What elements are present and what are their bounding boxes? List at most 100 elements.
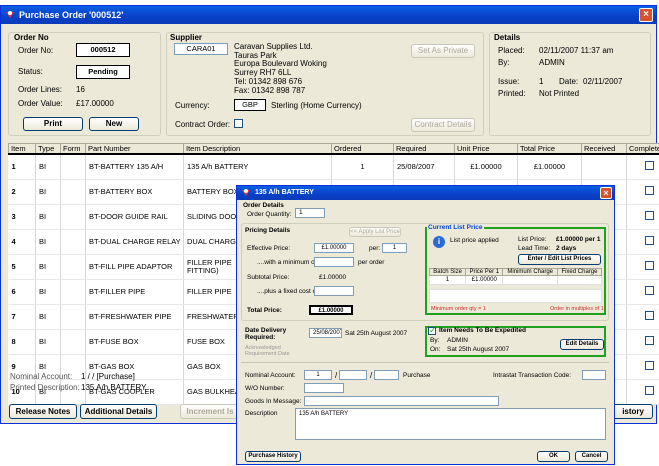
column-header[interactable]: Total Price [517,143,582,155]
complete-checkbox[interactable] [644,361,654,370]
additional-details-button[interactable]: Additional Details [80,404,157,419]
wo-number-field[interactable] [304,383,344,393]
batch-row[interactable]: 1 £1.00000 [428,275,603,285]
column-header[interactable]: Required [393,143,455,155]
cell-type: BI [35,304,61,330]
slash-2: / [370,371,373,380]
cell-complete [626,179,659,205]
subtotal-price-value: £1.00000 [319,274,347,281]
placed-value: 02/11/2007 11:37 am [539,46,614,55]
column-header[interactable]: Unit Price [454,143,518,155]
cell-part: BT-BATTERY 135 A/H [85,153,184,180]
cell-type: BI [35,204,61,230]
minimum-label: ....with a minimum of: [257,259,319,266]
cell-complete [626,304,659,330]
complete-checkbox[interactable] [644,186,654,195]
contract-details-button[interactable]: Contract Details [411,118,475,132]
batch-table-fill [429,289,602,303]
wo-number-label: W/O Number: [245,385,285,392]
intrastat-field[interactable] [582,370,606,380]
contract-order-checkbox[interactable] [234,119,243,128]
expedite-by-value: ADMIN [447,337,468,344]
order-details-heading: Order Details [243,202,284,209]
dialog-purchase-history-button[interactable]: Purchase History [245,451,301,462]
edit-details-button[interactable]: Edit Details [560,339,604,350]
batch-column-header: Price Per 1 [465,268,504,276]
expedite-checkbox[interactable] [428,325,437,336]
batch-cell: £1.00000 [465,275,504,285]
close-icon: × [603,188,609,198]
title-bar: Purchase Order '000512' [1,6,656,24]
column-header[interactable]: Type [35,143,61,155]
delivery-date-field[interactable]: 25/08/2007 [309,328,342,338]
per-field[interactable]: 1 [382,243,407,253]
fixed-cost-field[interactable] [314,286,354,296]
acknowledged-date-label-text: Acknowledged Requirement Date [245,345,290,357]
supplier-code-field[interactable]: CARA01 [174,43,228,55]
cell-item: 1 [8,153,36,180]
complete-checkbox[interactable] [644,211,654,220]
delivery-date-long: Sat 25th August 2007 [345,330,408,337]
cell-part: BT-FRESHWATER PIPE [85,304,184,330]
order-value-value: £17.00000 [76,99,114,108]
cancel-button[interactable]: Cancel [575,451,608,462]
nominal-field-1[interactable]: 1 [304,370,332,380]
order-lines-value: 16 [76,85,85,94]
order-no-field[interactable]: 000512 [76,43,130,57]
ok-button[interactable]: OK [537,451,570,462]
expedite-on-value: Sat 25th August 2007 [447,346,510,353]
goods-in-field[interactable] [304,396,499,406]
column-header[interactable]: Item [8,143,36,155]
batch-column-header: Minimum Charge [502,268,558,276]
column-header[interactable]: Form [60,143,86,155]
apply-list-price-button[interactable]: << Apply List Price [349,227,401,237]
enter-edit-list-prices-button[interactable]: Enter / Edit List Prices [518,254,601,265]
dialog-close-button[interactable]: × [600,187,612,199]
set-as-private-button[interactable]: Set As Private [411,44,475,58]
supplier-address: Caravan Supplies Ltd. Tauras Park Europa… [234,42,327,95]
cell-part: BT-FILLER PIPE [85,279,184,305]
lead-time-label: Lead Time: [518,245,551,252]
complete-checkbox[interactable] [644,336,654,345]
cell-complete [626,153,659,180]
order-quantity-field[interactable]: 1 [295,208,325,218]
complete-checkbox[interactable] [644,161,654,171]
minimum-field[interactable] [314,257,354,267]
release-notes-button[interactable]: Release Notes [9,404,77,419]
new-button[interactable]: New [89,117,139,131]
table-row[interactable]: 1 BI BT-BATTERY 135 A/H 135 A/h BATTERY 1 25/… [8,153,659,180]
currency-code-field[interactable]: GBP [234,99,266,111]
expedite-on-label: On: [430,346,441,353]
print-button[interactable]: Print [23,117,83,131]
per-label: per: [369,245,381,252]
complete-checkbox[interactable] [644,311,654,320]
column-header[interactable]: Part Number [85,143,184,155]
cell-desc: 135 A/h BATTERY [183,153,332,180]
cell-part: BT-FILL PIPE ADAPTOR [85,254,184,280]
nominal-field-2[interactable] [339,370,367,380]
column-header[interactable]: Item Description [183,143,332,155]
close-button[interactable]: × [639,8,653,22]
placed-label: Placed: [498,46,525,55]
complete-checkbox[interactable] [644,236,654,245]
description-field[interactable]: 135 A/h BATTERY [295,408,606,440]
cell-item: 4 [8,229,36,255]
complete-checkbox[interactable] [644,386,654,395]
nominal-field-3[interactable] [374,370,399,380]
column-header[interactable]: Received [581,143,627,155]
complete-checkbox[interactable] [644,261,654,270]
column-header[interactable]: Ordered [331,143,394,155]
effective-price-label: Effective Price: [247,245,291,252]
close-icon: × [643,9,649,20]
complete-checkbox[interactable] [644,286,654,295]
increment-issue-button[interactable]: Increment Is [180,404,240,419]
cell-part: BT-DOOR GUIDE RAIL [85,204,184,230]
cell-item: 7 [8,304,36,330]
cell-type: BI [35,179,61,205]
cell-complete [626,254,659,280]
column-header[interactable]: Complete [626,143,659,155]
effective-price-field[interactable]: £1.00000 [314,243,354,253]
by-value: ADMIN [539,58,565,67]
lead-time-value: 2 days [556,245,577,252]
currency-name: Sterling (Home Currency) [271,101,362,110]
